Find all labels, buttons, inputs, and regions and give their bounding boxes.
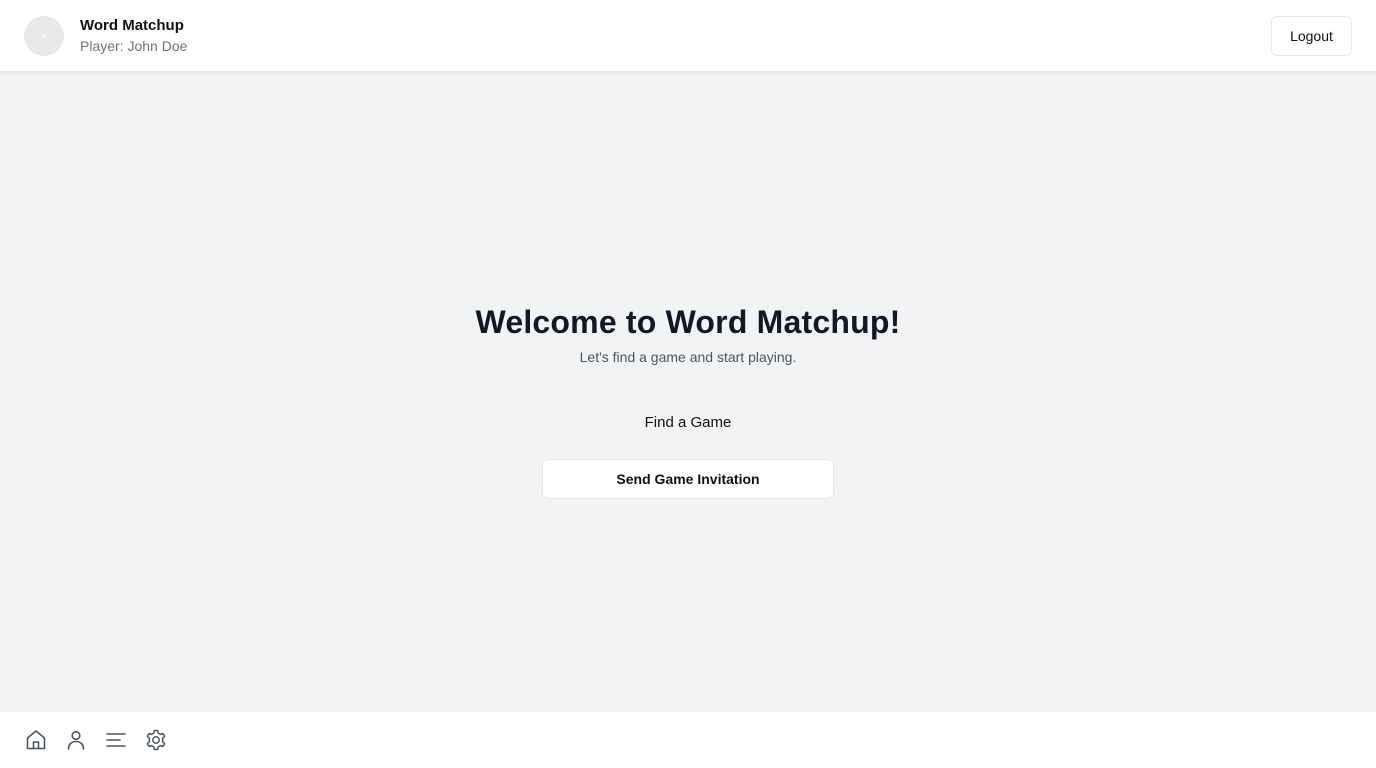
- top-header: Word Matchup Player: John Doe Logout: [0, 0, 1376, 72]
- send-invitation-button[interactable]: Send Game Invitation: [542, 459, 834, 499]
- find-game-button[interactable]: Find a Game: [629, 406, 748, 439]
- avatar-placeholder: [42, 33, 46, 38]
- player-name: Player: John Doe: [80, 37, 188, 54]
- brand-block: Word Matchup Player: John Doe: [80, 16, 187, 56]
- logout-button[interactable]: Logout: [1271, 16, 1352, 56]
- home-icon[interactable]: [24, 728, 48, 752]
- avatar: [24, 15, 64, 56]
- menu-icon[interactable]: [104, 728, 128, 752]
- bottom-nav: [0, 712, 1376, 768]
- welcome-subtitle: Let's find a game and start playing.: [579, 349, 797, 365]
- main-content: Welcome to Word Matchup! Let's find a ga…: [0, 72, 1376, 712]
- user-icon[interactable]: [64, 728, 88, 752]
- welcome-title: Welcome to Word Matchup!: [475, 304, 901, 340]
- app-title: Word Matchup: [80, 16, 184, 34]
- gear-icon[interactable]: [144, 728, 168, 752]
